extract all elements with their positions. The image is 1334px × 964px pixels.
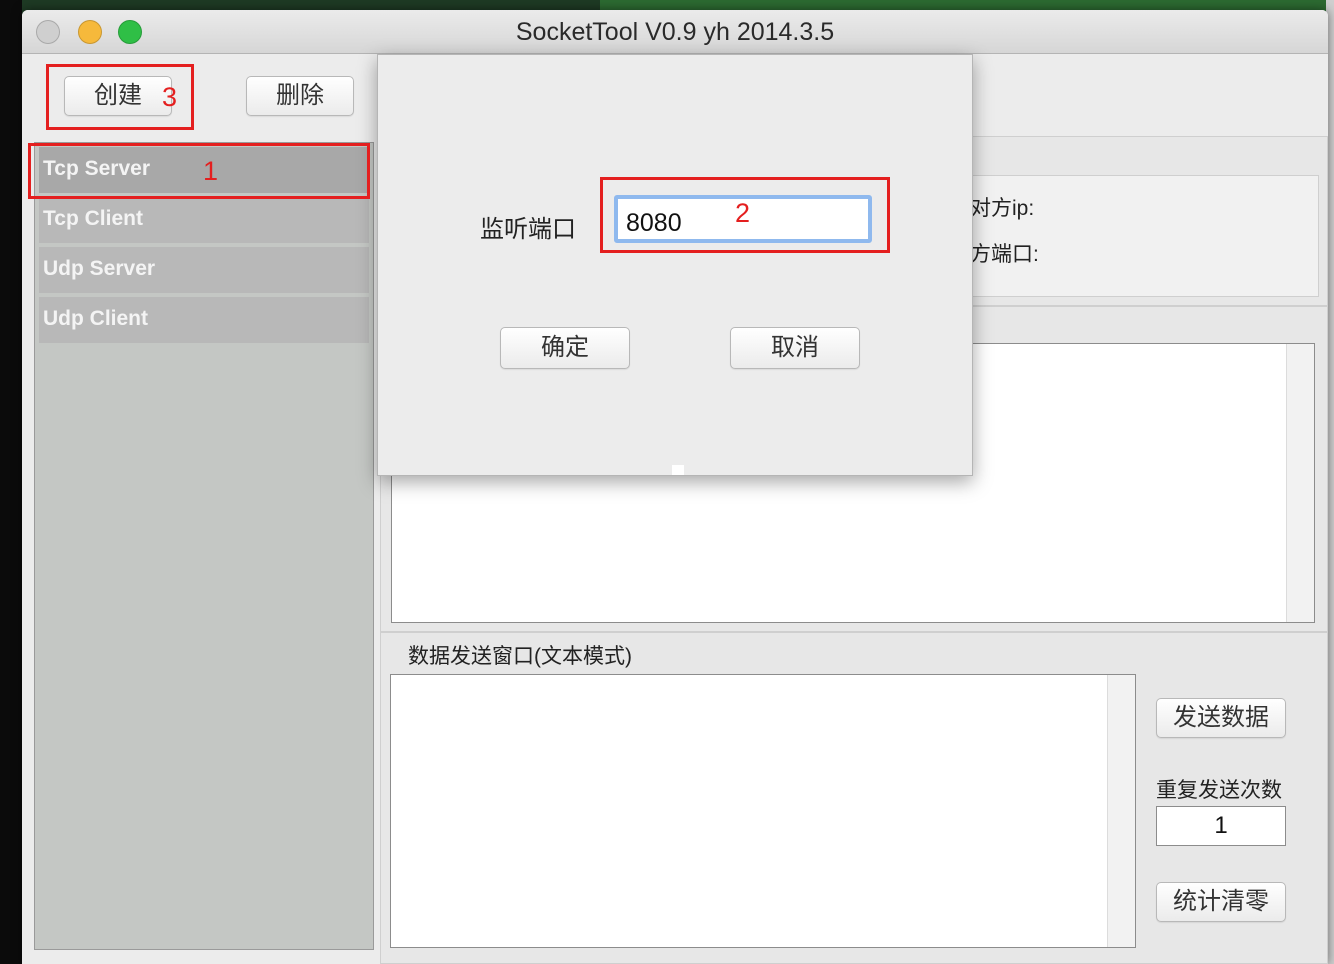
window-title: SocketTool V0.9 yh 2014.3.5 xyxy=(515,18,835,46)
sidebar-item-udp-server[interactable]: Udp Server xyxy=(39,247,369,293)
desktop-background-left xyxy=(0,0,22,964)
send-data-button[interactable]: 发送数据 xyxy=(1156,698,1286,738)
send-textarea[interactable] xyxy=(390,674,1136,948)
listen-port-dialog: 监听端口 8080 确定 取消 xyxy=(377,54,973,476)
peer-port-label: 方端口: xyxy=(970,243,1039,266)
delete-button[interactable]: 删除 xyxy=(246,76,354,116)
peer-ip-label: 对方ip: xyxy=(970,197,1035,220)
ok-button[interactable]: 确定 xyxy=(500,327,630,369)
sidebar-item-udp-client[interactable]: Udp Client xyxy=(39,297,369,343)
annotation-number-3: 3 xyxy=(162,82,178,112)
annotation-number-2: 2 xyxy=(735,198,751,228)
listen-port-label: 监听端口 xyxy=(480,216,576,243)
dialog-resize-handle[interactable] xyxy=(672,465,684,475)
sidebar-item-tcp-client[interactable]: Tcp Client xyxy=(39,197,369,243)
receive-scrollbar[interactable] xyxy=(1286,344,1314,622)
send-window-label: 数据发送窗口(文本模式) xyxy=(408,645,632,668)
cancel-button[interactable]: 取消 xyxy=(730,327,860,369)
annotation-number-1: 1 xyxy=(203,156,219,186)
repeat-count-input[interactable]: 1 xyxy=(1156,806,1286,846)
title-bar[interactable]: SocketTool V0.9 yh 2014.3.5 xyxy=(22,10,1328,54)
annotation-box-tcp-server xyxy=(28,143,370,199)
send-scrollbar[interactable] xyxy=(1107,675,1135,947)
connection-type-list: Tcp Server Tcp Client Udp Server Udp Cli… xyxy=(34,142,374,950)
repeat-count-label: 重复发送次数 xyxy=(1156,779,1282,802)
reset-stats-button[interactable]: 统计清零 xyxy=(1156,882,1286,922)
